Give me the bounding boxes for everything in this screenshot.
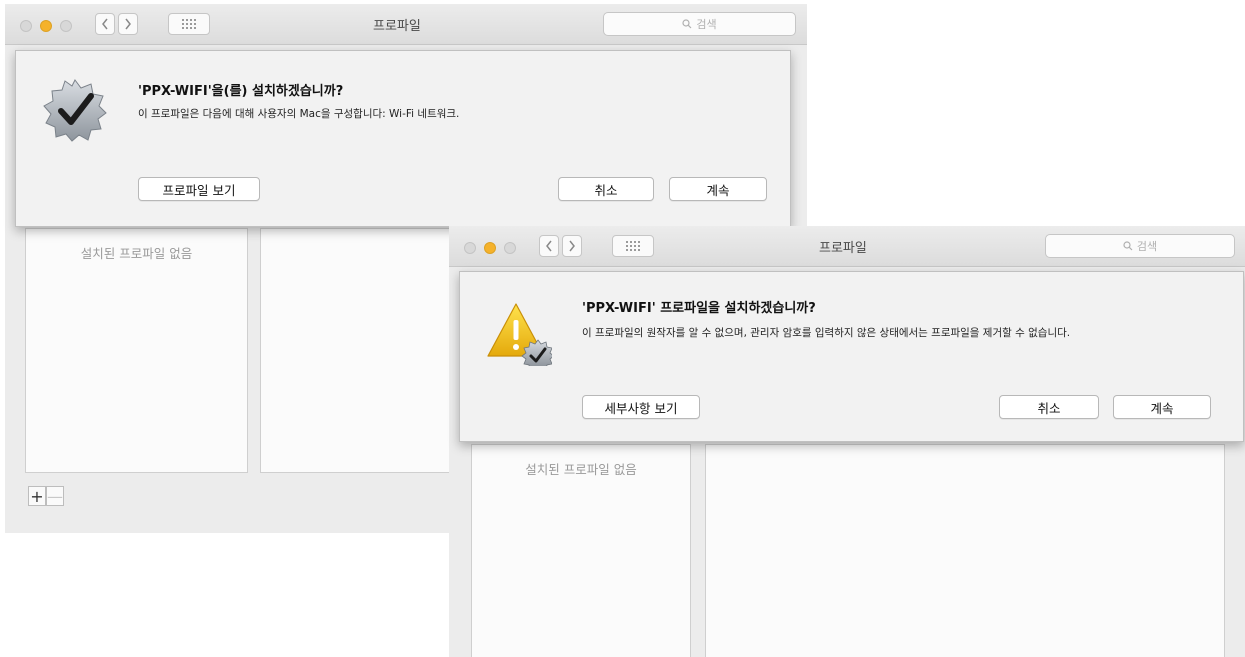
window-title: 프로파일 <box>373 19 421 34</box>
profile-list[interactable]: 설치된 프로파일 없음 <box>471 444 691 657</box>
empty-list-text: 설치된 프로파일 없음 <box>525 462 637 477</box>
continue-button[interactable]: 계속 <box>1113 395 1211 419</box>
forward-button[interactable] <box>118 13 138 35</box>
dialog-title: 'PPX-WIFI' 프로파일을 설치하겠습니까? <box>582 301 816 316</box>
search-field[interactable]: 검색 <box>603 12 796 36</box>
title-bar: 프로파일 검색 <box>449 226 1245 267</box>
install-profile-dialog: 'PPX-WIFI'을(를) 설치하겠습니까? 이 프로파일은 다음에 대해 사… <box>15 50 791 227</box>
close-window-button[interactable] <box>464 242 476 254</box>
minimize-window-button[interactable] <box>484 242 496 254</box>
dialog-message: 이 프로파일은 다음에 대해 사용자의 Mac을 구성합니다: Wi-Fi 네트… <box>138 108 460 120</box>
show-all-button[interactable] <box>168 13 210 35</box>
profile-list[interactable]: 설치된 프로파일 없음 <box>25 228 248 473</box>
search-icon <box>682 19 692 29</box>
close-window-button[interactable] <box>20 20 32 32</box>
search-placeholder: 검색 <box>1136 240 1158 253</box>
grid-icon <box>182 19 196 29</box>
search-field[interactable]: 검색 <box>1045 234 1235 258</box>
show-all-button[interactable] <box>612 235 654 257</box>
zoom-window-button[interactable] <box>504 242 516 254</box>
empty-list-text: 설치된 프로파일 없음 <box>80 246 193 261</box>
add-profile-button[interactable]: + <box>28 486 46 506</box>
cancel-button[interactable]: 취소 <box>999 395 1099 419</box>
search-placeholder: 검색 <box>696 18 717 31</box>
minimize-window-button[interactable] <box>40 20 52 32</box>
chevron-right-icon <box>569 240 575 252</box>
warning-badge-icon <box>486 300 555 373</box>
zoom-window-button[interactable] <box>60 20 72 32</box>
back-button[interactable] <box>95 13 115 35</box>
view-profile-button[interactable]: 프로파일 보기 <box>138 177 260 201</box>
chevron-left-icon <box>546 240 552 252</box>
grid-icon <box>626 241 640 251</box>
window-title: 프로파일 <box>819 241 867 256</box>
view-details-button[interactable]: 세부사항 보기 <box>582 395 700 419</box>
forward-button[interactable] <box>562 235 582 257</box>
remove-profile-button[interactable]: — <box>46 486 64 506</box>
profile-detail-pane <box>260 228 460 473</box>
back-button[interactable] <box>539 235 559 257</box>
dialog-title: 'PPX-WIFI'을(를) 설치하겠습니까? <box>138 84 344 99</box>
unsigned-profile-warning-dialog: 'PPX-WIFI' 프로파일을 설치하겠습니까? 이 프로파일의 원작자를 알… <box>459 271 1244 442</box>
title-bar: 프로파일 검색 <box>5 4 807 45</box>
cancel-button[interactable]: 취소 <box>558 177 654 201</box>
add-remove-controls: + — <box>28 486 64 508</box>
continue-button[interactable]: 계속 <box>669 177 767 201</box>
search-icon <box>1123 241 1133 251</box>
profile-detail-pane <box>705 444 1225 657</box>
dialog-message: 이 프로파일의 원작자를 알 수 없으며, 관리자 암호를 입력하지 않은 상태… <box>582 327 1071 339</box>
chevron-right-icon <box>125 18 131 30</box>
chevron-left-icon <box>102 18 108 30</box>
verified-checkmark-badge-icon <box>43 78 107 142</box>
